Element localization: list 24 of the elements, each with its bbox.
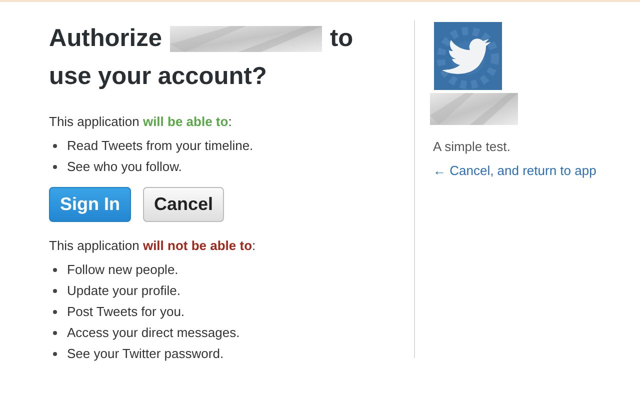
bullet-icon (53, 310, 57, 314)
bullet-icon (53, 352, 57, 356)
permission-item: Update your profile. (67, 283, 180, 298)
bullet-icon (53, 164, 57, 168)
cancel-link[interactable]: ← Cancel, and return to app (433, 163, 596, 178)
permission-intro: This application will not be able to: (49, 238, 256, 253)
bullet-icon (53, 288, 57, 292)
page-heading: to (330, 24, 354, 54)
app-description: A simple test. (433, 139, 510, 154)
permission-item: Follow new people. (67, 262, 178, 277)
permission-intro: This application will be able to: (49, 114, 232, 129)
page-heading: use your account? (49, 63, 267, 90)
permission-item: See who you follow. (67, 159, 182, 174)
permission-item: Read Tweets from your timeline. (67, 138, 254, 153)
permission-item: Access your direct messages. (67, 325, 240, 340)
permission-item: See your Twitter password. (67, 346, 224, 361)
cancel-button[interactable]: Cancel (143, 187, 224, 222)
page-heading: Authorize (49, 24, 162, 54)
bird-logo-icon (434, 22, 502, 90)
bullet-icon (53, 330, 57, 334)
bullet-icon (53, 144, 57, 148)
permission-item: Post Tweets for you. (67, 304, 185, 319)
sign-in-button[interactable]: Sign In (49, 187, 131, 222)
bullet-icon (53, 268, 57, 272)
